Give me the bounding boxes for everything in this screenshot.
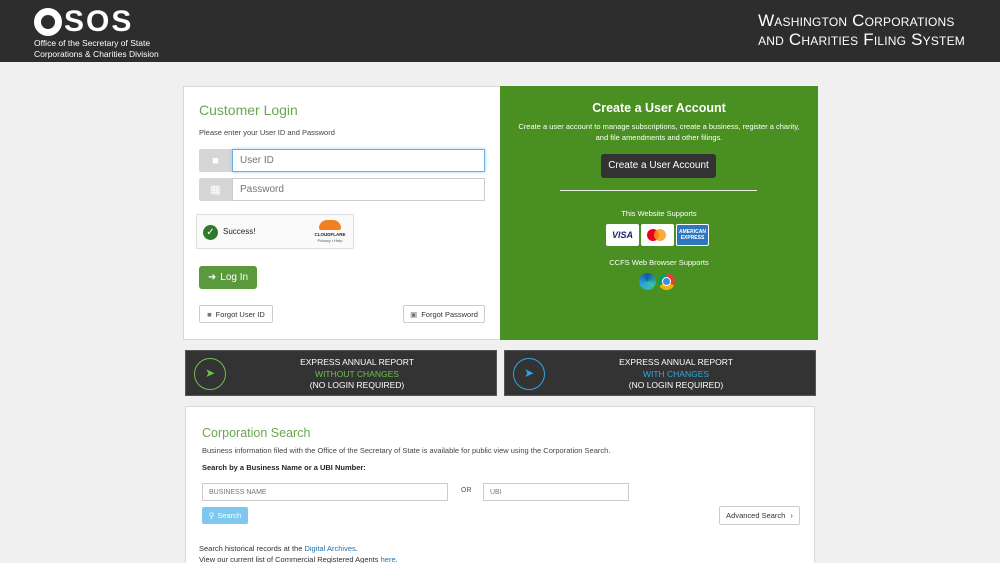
- cloudflare-captcha[interactable]: ✓ Success! CLOUDFLARE Privacy • Help: [196, 214, 354, 249]
- create-account-title: Create a User Account: [592, 101, 726, 115]
- corp-search-title: Corporation Search: [202, 426, 311, 440]
- create-account-description: Create a user account to manage subscrip…: [518, 122, 800, 142]
- corp-search-description: Business information filed with the Offi…: [202, 446, 611, 455]
- captcha-status: Success!: [223, 227, 256, 236]
- ubi-input[interactable]: [483, 483, 629, 501]
- password-field: ▦: [199, 178, 485, 201]
- chevron-right-icon: ›: [790, 511, 793, 520]
- visa-card-icon: VISA: [606, 224, 639, 246]
- registered-agents-link[interactable]: here: [381, 555, 396, 563]
- userid-field: ■: [199, 149, 485, 172]
- forgot-password-button[interactable]: ▣ Forgot Password: [403, 305, 485, 323]
- or-label: OR: [461, 487, 472, 494]
- advanced-search-button[interactable]: Advanced Search ›: [719, 506, 800, 525]
- running-person-icon: ➤: [194, 358, 226, 390]
- supported-browsers: [639, 273, 679, 291]
- payment-cards: VISA AMERICAN EXPRESS: [606, 224, 710, 246]
- lock-icon: ▣: [410, 309, 418, 319]
- site-title: Washington Corporations and Charities Fi…: [758, 11, 965, 49]
- checkmark-icon: ✓: [203, 225, 218, 240]
- express-report-with-changes[interactable]: ➤ EXPRESS ANNUAL REPORT WITH CHANGES (NO…: [504, 350, 816, 396]
- corp-search-label: Search by a Business Name or a UBI Numbe…: [202, 463, 366, 472]
- password-input[interactable]: [232, 178, 485, 201]
- browser-supports-label: CCFS Web Browser Supports: [609, 258, 709, 267]
- login-button[interactable]: ➜ Log In: [199, 266, 257, 289]
- business-name-input[interactable]: [202, 483, 448, 501]
- historical-records-text: Search historical records at the Digital…: [199, 544, 358, 553]
- amex-card-icon: AMERICAN EXPRESS: [676, 224, 709, 246]
- divider: [560, 190, 757, 191]
- running-person-icon: ➤: [513, 358, 545, 390]
- state-seal-icon: [34, 8, 62, 36]
- forgot-userid-button[interactable]: ■ Forgot User ID: [199, 305, 273, 323]
- chrome-icon: [658, 273, 675, 290]
- login-title: Customer Login: [199, 102, 298, 118]
- create-account-button[interactable]: Create a User Account: [601, 154, 716, 178]
- customer-login-panel: Customer Login Please enter your User ID…: [183, 86, 501, 340]
- logo-text: SOS: [64, 5, 134, 38]
- cloudflare-logo: CLOUDFLARE Privacy • Help: [310, 220, 350, 246]
- search-button[interactable]: ⚲ Search: [202, 507, 248, 524]
- registered-agents-text: View our current list of Commercial Regi…: [199, 555, 398, 563]
- logo-office-text: Office of the Secretary of State: [34, 38, 151, 48]
- search-icon: ⚲: [208, 511, 215, 520]
- express-report-without-changes[interactable]: ➤ EXPRESS ANNUAL REPORT WITHOUT CHANGES …: [185, 350, 497, 396]
- login-subtitle: Please enter your User ID and Password: [199, 128, 335, 137]
- userid-input[interactable]: [232, 149, 485, 172]
- sos-logo[interactable]: SOS Office of the Secretary of State Cor…: [34, 5, 159, 59]
- logo-division-text: Corporations & Charities Division: [34, 49, 159, 59]
- digital-archives-link[interactable]: Digital Archives: [304, 544, 355, 553]
- cloudflare-brand: CLOUDFLARE: [314, 232, 346, 237]
- corporation-search-panel: Corporation Search Business information …: [185, 406, 815, 563]
- cloud-icon: [319, 220, 341, 230]
- create-account-panel: Create a User Account Create a user acco…: [500, 86, 818, 340]
- site-header: SOS Office of the Secretary of State Cor…: [0, 0, 1000, 62]
- user-icon: ■: [199, 149, 232, 172]
- mastercard-icon: [641, 224, 674, 246]
- sign-in-icon: ➜: [207, 272, 217, 283]
- keyboard-icon: ▦: [199, 178, 232, 201]
- captcha-links[interactable]: Privacy • Help: [310, 238, 350, 243]
- edge-icon: [639, 273, 656, 290]
- website-supports-label: This Website Supports: [621, 209, 697, 218]
- user-icon: ■: [207, 309, 212, 319]
